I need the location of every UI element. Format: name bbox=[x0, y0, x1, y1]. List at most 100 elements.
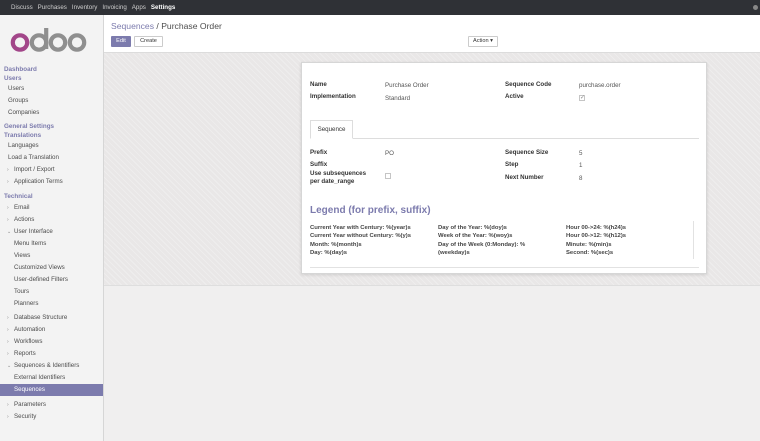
next-number-value: 8 bbox=[579, 175, 583, 182]
user-menu-icon[interactable] bbox=[753, 5, 758, 10]
legend-entry: Hour 00->24: %(h24)s bbox=[566, 225, 627, 231]
sequence-size-value: 5 bbox=[579, 150, 583, 157]
sidebar-item-import-export[interactable]: › Import / Export bbox=[0, 164, 103, 176]
menu-apps[interactable]: Apps bbox=[132, 4, 146, 11]
content-lower-area bbox=[104, 285, 760, 441]
chevron-right-icon: › bbox=[7, 216, 9, 223]
implementation-value: Standard bbox=[385, 95, 411, 102]
chevron-right-icon: › bbox=[7, 167, 9, 173]
menu-discuss[interactable]: Discuss bbox=[11, 4, 33, 11]
sidebar-item-external-identifiers[interactable]: External Identifiers bbox=[0, 372, 103, 384]
sidebar-item-label: Email bbox=[14, 203, 30, 211]
legend-bottom-divider bbox=[310, 267, 699, 268]
sidebar-item-actions[interactable]: › Actions bbox=[0, 214, 103, 226]
sidebar-item-languages[interactable]: Languages bbox=[0, 140, 103, 152]
sidebar-item-planners[interactable]: Planners bbox=[0, 298, 103, 310]
sidebar-item-sequences[interactable]: Sequences bbox=[0, 384, 103, 396]
chevron-right-icon: › bbox=[7, 351, 9, 357]
sidebar-item-security[interactable]: › Security bbox=[0, 411, 103, 423]
legend-entry: Week of the Year: %(woy)s bbox=[438, 233, 513, 240]
control-panel: Sequences / Purchase Order Edit Create A… bbox=[104, 15, 760, 53]
sidebar-item-label: Workflows bbox=[14, 338, 43, 345]
tab-sequence[interactable]: Sequence bbox=[310, 120, 353, 139]
breadcrumb-current: Purchase Order bbox=[161, 21, 222, 31]
sidebar-item-user-interface[interactable]: ⌄ User Interface bbox=[0, 226, 103, 238]
use-subsequences-checkbox bbox=[385, 173, 391, 179]
legend-entry: Current Year with Century: %(year)s bbox=[310, 225, 411, 231]
sidebar-item-menu-items[interactable]: Menu Items bbox=[0, 238, 103, 250]
prefix-label: Prefix bbox=[310, 149, 328, 156]
sidebar-bottom-section: › Parameters › Security bbox=[0, 399, 103, 423]
sidebar-translations-title: Translations bbox=[4, 131, 42, 139]
chevron-right-icon: › bbox=[7, 327, 9, 333]
legend-entry: Hour 00->12: %(h12)s bbox=[566, 233, 627, 240]
chevron-right-icon: › bbox=[7, 414, 9, 420]
menu-settings[interactable]: Settings bbox=[151, 4, 175, 11]
odoo-logo[interactable] bbox=[10, 27, 90, 55]
sidebar-item-user-defined-filters[interactable]: User-defined Filters bbox=[0, 274, 103, 286]
sidebar-item-sequences-identifiers[interactable]: ⌄ Sequences & Identifiers bbox=[0, 360, 103, 372]
menu-invoicing[interactable]: Invoicing bbox=[102, 4, 126, 11]
legend-entry: Month: %(month)s bbox=[310, 241, 362, 248]
legend-entry: Current Year without Century: %(y)s bbox=[310, 233, 412, 240]
sidebar-technical-title: Technical bbox=[4, 193, 33, 200]
breadcrumb-separator: / bbox=[156, 21, 159, 31]
action-dropdown-button[interactable]: Action ▾ bbox=[468, 36, 498, 47]
chevron-right-icon: › bbox=[7, 179, 9, 185]
sidebar-item-label: Database Structure bbox=[14, 314, 68, 321]
sidebar-item-views[interactable]: Views bbox=[0, 250, 103, 262]
menu-inventory[interactable]: Inventory bbox=[72, 4, 97, 11]
chevron-down-icon: ⌄ bbox=[7, 228, 12, 235]
sidebar-item-customized-views[interactable]: Customized Views bbox=[0, 262, 103, 274]
sidebar-general-settings[interactable]: General Settings bbox=[0, 123, 103, 132]
sidebar-item-label: Actions bbox=[14, 215, 35, 223]
sidebar-item-label: Reports bbox=[14, 350, 36, 357]
legend-entry: Day of the Week (0:Monday): % bbox=[438, 241, 526, 248]
menu-purchases[interactable]: Purchases bbox=[38, 4, 67, 11]
active-checkbox bbox=[579, 94, 585, 101]
next-number-label: Next Number bbox=[505, 174, 544, 181]
sidebar-item-label: Application Terms bbox=[14, 178, 63, 185]
sidebar-item-label: Sequences & Identifiers bbox=[14, 362, 80, 369]
sidebar-item-application-terms[interactable]: › Application Terms bbox=[0, 176, 103, 188]
sidebar-item-parameters[interactable]: › Parameters bbox=[0, 399, 103, 411]
sidebar-general-section: General Settings Translations Languages … bbox=[0, 123, 103, 188]
sidebar-item-email[interactable]: › Email bbox=[0, 202, 103, 214]
sidebar-item-users[interactable]: Users bbox=[0, 83, 103, 95]
legend-column-3: Hour 00->24: %(h24)s Hour 00->12: %(h12)… bbox=[566, 224, 626, 257]
sidebar-item-reports[interactable]: › Reports bbox=[0, 348, 103, 360]
use-subsequences-label: Use subsequences bbox=[310, 170, 367, 177]
sidebar-users-title: Users bbox=[4, 74, 22, 82]
breadcrumb-sequences-link[interactable]: Sequences bbox=[111, 21, 154, 31]
sidebar-item-companies[interactable]: Companies bbox=[0, 107, 103, 119]
form-sheet: Name Purchase Order Implementation Stand… bbox=[301, 62, 707, 274]
sidebar-item-workflows[interactable]: › Workflows bbox=[0, 336, 103, 348]
create-button[interactable]: Create bbox=[134, 36, 163, 47]
sidebar: Dashboard Users Users Groups Companies G… bbox=[0, 15, 104, 441]
sidebar-dashboard[interactable]: Dashboard bbox=[0, 66, 103, 75]
sidebar-item-label: Import / Export bbox=[14, 166, 55, 173]
chevron-down-icon: ⌄ bbox=[7, 363, 12, 369]
chevron-right-icon: › bbox=[7, 204, 9, 211]
sidebar-item-load-translation[interactable]: Load a Translation bbox=[0, 152, 103, 164]
legend-divider bbox=[693, 221, 694, 259]
legend-entry: Day: %(day)s bbox=[310, 249, 347, 256]
sidebar-item-groups[interactable]: Groups bbox=[0, 95, 103, 107]
sidebar-item-tours[interactable]: Tours bbox=[0, 286, 103, 298]
sidebar-item-label: Parameters bbox=[14, 401, 46, 408]
legend-entry: Second: %(sec)s bbox=[566, 249, 614, 256]
breadcrumb: Sequences / Purchase Order bbox=[111, 21, 222, 31]
chevron-right-icon: › bbox=[7, 402, 9, 408]
top-navbar: Discuss Purchases Inventory Invoicing Ap… bbox=[0, 0, 760, 15]
legend-column-2: Day of the Year: %(doy)s Week of the Yea… bbox=[438, 224, 525, 257]
sidebar-item-label: Security bbox=[14, 413, 37, 420]
sidebar-item-label: User Interface bbox=[14, 227, 53, 235]
sequence-code-label: Sequence Code bbox=[505, 81, 552, 88]
edit-button[interactable]: Edit bbox=[111, 36, 131, 47]
implementation-label: Implementation bbox=[310, 93, 356, 100]
prefix-value: PO bbox=[385, 150, 394, 157]
legend-entry: (weekday)s bbox=[438, 249, 470, 256]
sidebar-item-automation[interactable]: › Automation bbox=[0, 324, 103, 336]
sidebar-item-database-structure[interactable]: › Database Structure bbox=[0, 312, 103, 324]
chevron-right-icon: › bbox=[7, 315, 9, 321]
